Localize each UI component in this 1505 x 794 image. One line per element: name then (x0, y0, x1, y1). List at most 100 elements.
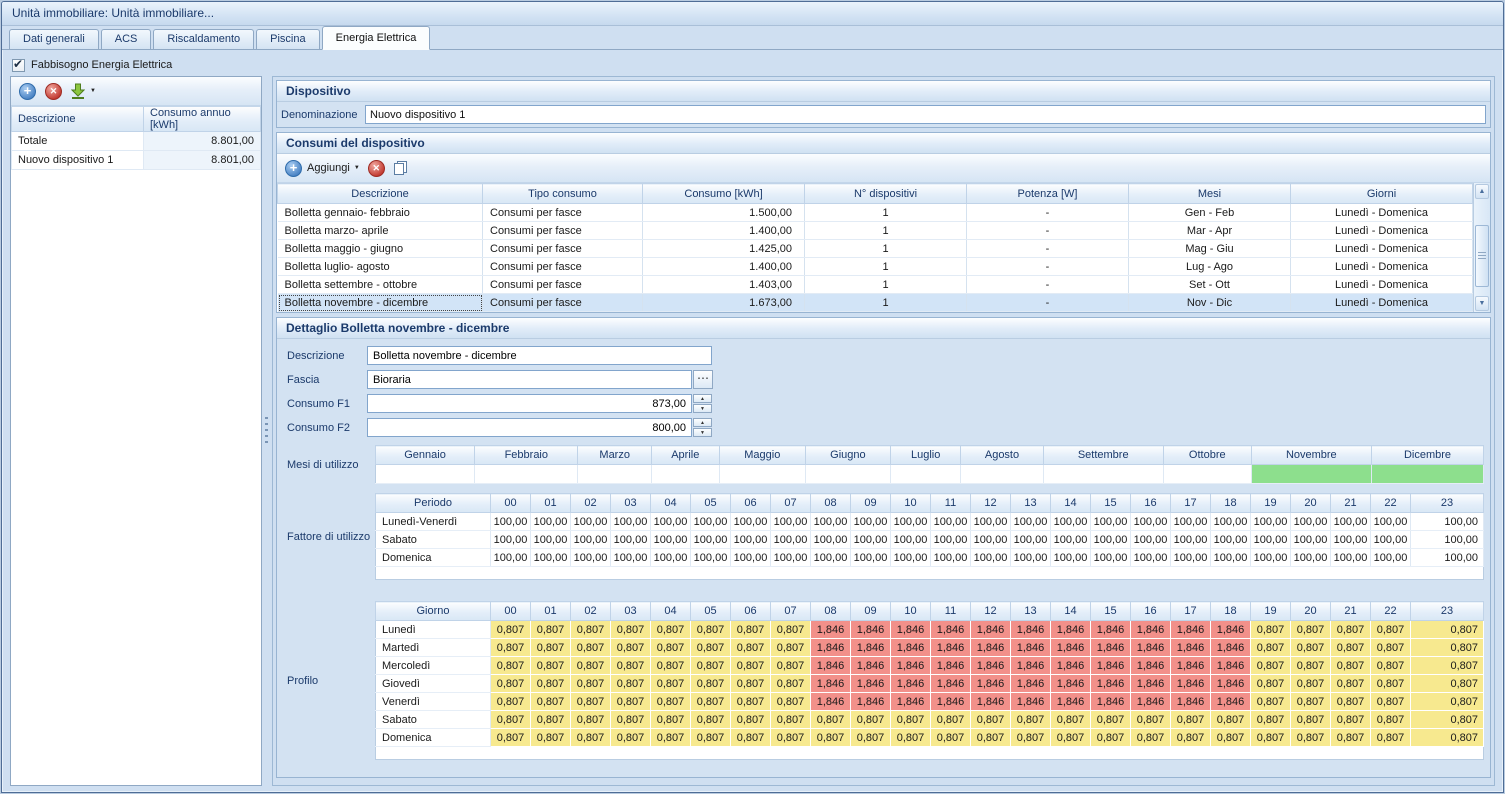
value-cell[interactable]: 0,807 (811, 729, 851, 747)
value-cell[interactable]: 100,00 (931, 513, 971, 531)
value-cell[interactable]: 0,807 (1411, 729, 1484, 747)
value-cell[interactable]: 0,807 (651, 711, 691, 729)
value-cell[interactable]: 0,807 (931, 729, 971, 747)
value-cell[interactable]: 0,807 (1051, 711, 1091, 729)
value-cell[interactable]: 0,807 (1331, 639, 1371, 657)
spin-up-icon[interactable] (693, 394, 712, 403)
value-cell[interactable]: 100,00 (891, 549, 931, 567)
value-cell[interactable]: 0,807 (1011, 729, 1051, 747)
value-cell[interactable]: 1,846 (931, 657, 971, 675)
fabbisogno-checkbox[interactable] (12, 59, 25, 72)
value-cell[interactable]: 0,807 (531, 711, 571, 729)
value-cell[interactable]: 100,00 (1371, 531, 1411, 549)
value-cell[interactable]: 100,00 (571, 531, 611, 549)
value-cell[interactable]: 0,807 (1411, 657, 1484, 675)
value-cell[interactable]: 0,807 (811, 711, 851, 729)
value-cell[interactable]: 100,00 (1251, 513, 1291, 531)
spin-down-icon[interactable] (693, 428, 712, 437)
value-cell[interactable]: 0,807 (491, 657, 531, 675)
value-cell[interactable]: 0,807 (691, 711, 731, 729)
value-cell[interactable]: 1,846 (1011, 693, 1051, 711)
tab-energia-elettrica[interactable]: Energia Elettrica (322, 26, 431, 50)
value-cell[interactable]: 0,807 (1291, 639, 1331, 657)
value-cell[interactable]: 100,00 (731, 513, 771, 531)
value-cell[interactable]: 1,846 (1171, 639, 1211, 657)
value-cell[interactable]: 0,807 (1251, 729, 1291, 747)
value-cell[interactable]: 0,807 (1371, 729, 1411, 747)
add-icon[interactable] (285, 160, 302, 177)
value-cell[interactable]: 1,846 (1171, 657, 1211, 675)
value-cell[interactable]: 0,807 (731, 657, 771, 675)
value-cell[interactable]: 0,807 (1371, 693, 1411, 711)
value-cell[interactable]: 100,00 (771, 549, 811, 567)
value-cell[interactable]: 100,00 (931, 531, 971, 549)
month-cell-febbraio[interactable] (475, 465, 578, 484)
value-cell[interactable]: 0,807 (931, 711, 971, 729)
value-cell[interactable]: 0,807 (1051, 729, 1091, 747)
value-cell[interactable]: 0,807 (891, 711, 931, 729)
value-cell[interactable]: 1,846 (811, 657, 851, 675)
value-cell[interactable]: 0,807 (491, 711, 531, 729)
delete-icon[interactable] (368, 160, 385, 177)
value-cell[interactable]: 0,807 (891, 729, 931, 747)
consumo-f2-input[interactable] (367, 418, 692, 437)
value-cell[interactable]: 0,807 (611, 729, 651, 747)
value-cell[interactable]: 0,807 (491, 621, 531, 639)
value-cell[interactable]: 100,00 (1011, 549, 1051, 567)
value-cell[interactable]: 0,807 (611, 657, 651, 675)
spin-up-icon[interactable] (693, 418, 712, 427)
value-cell[interactable]: 0,807 (571, 711, 611, 729)
value-cell[interactable]: 1,846 (1131, 675, 1171, 693)
value-cell[interactable]: 0,807 (1411, 621, 1484, 639)
value-cell[interactable]: 1,846 (971, 639, 1011, 657)
value-cell[interactable]: 0,807 (571, 657, 611, 675)
consumi-scrollbar[interactable] (1473, 183, 1490, 312)
value-cell[interactable]: 0,807 (1331, 711, 1371, 729)
value-cell[interactable]: 100,00 (971, 531, 1011, 549)
value-cell[interactable]: 1,846 (971, 675, 1011, 693)
value-cell[interactable]: 0,807 (491, 693, 531, 711)
value-cell[interactable]: 100,00 (1091, 549, 1131, 567)
value-cell[interactable]: 0,807 (691, 675, 731, 693)
value-cell[interactable]: 100,00 (651, 513, 691, 531)
value-cell[interactable]: 1,846 (811, 621, 851, 639)
value-cell[interactable]: 0,807 (571, 639, 611, 657)
value-cell[interactable]: 100,00 (1411, 513, 1484, 531)
spin-down-icon[interactable] (693, 404, 712, 413)
value-cell[interactable]: 100,00 (891, 531, 931, 549)
value-cell[interactable]: 100,00 (971, 549, 1011, 567)
value-cell[interactable]: 1,846 (1171, 621, 1211, 639)
value-cell[interactable]: 1,846 (851, 693, 891, 711)
value-cell[interactable]: 0,807 (491, 729, 531, 747)
value-cell[interactable]: 100,00 (811, 531, 851, 549)
value-cell[interactable]: 1,846 (851, 675, 891, 693)
value-cell[interactable]: 1,846 (1091, 621, 1131, 639)
value-cell[interactable]: 100,00 (691, 531, 731, 549)
month-cell-luglio[interactable] (890, 465, 961, 484)
value-cell[interactable]: 100,00 (691, 513, 731, 531)
consumo-row[interactable]: Bolletta novembre - dicembreConsumi per … (278, 294, 1473, 312)
value-cell[interactable]: 0,807 (571, 693, 611, 711)
value-cell[interactable]: 1,846 (1171, 675, 1211, 693)
consumo-f1-input[interactable] (367, 394, 692, 413)
value-cell[interactable]: 0,807 (1331, 621, 1371, 639)
value-cell[interactable]: 0,807 (651, 693, 691, 711)
value-cell[interactable]: 0,807 (771, 639, 811, 657)
value-cell[interactable]: 100,00 (531, 513, 571, 531)
value-cell[interactable]: 1,846 (1091, 693, 1131, 711)
value-cell[interactable]: 1,846 (1091, 639, 1131, 657)
value-cell[interactable]: 0,807 (971, 729, 1011, 747)
value-cell[interactable]: 1,846 (1051, 639, 1091, 657)
value-cell[interactable]: 1,846 (1171, 693, 1211, 711)
value-cell[interactable]: 1,846 (811, 693, 851, 711)
value-cell[interactable]: 0,807 (691, 657, 731, 675)
value-cell[interactable]: 0,807 (651, 639, 691, 657)
value-cell[interactable]: 1,846 (811, 639, 851, 657)
month-cell-aprile[interactable] (651, 465, 719, 484)
value-cell[interactable]: 0,807 (731, 693, 771, 711)
value-cell[interactable]: 0,807 (1411, 711, 1484, 729)
value-cell[interactable]: 100,00 (891, 513, 931, 531)
value-cell[interactable]: 1,846 (1211, 639, 1251, 657)
value-cell[interactable]: 0,807 (531, 693, 571, 711)
value-cell[interactable]: 100,00 (571, 549, 611, 567)
